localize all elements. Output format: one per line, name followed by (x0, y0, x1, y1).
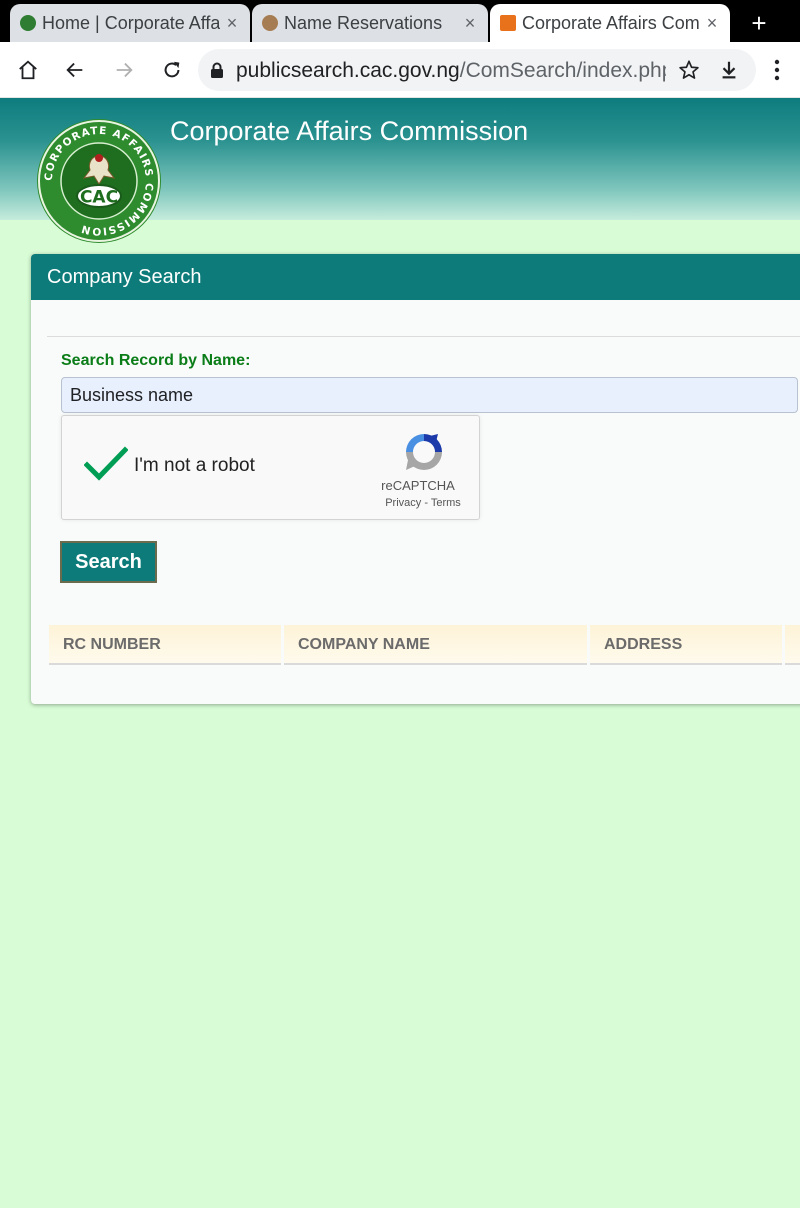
browser-toolbar: publicsearch.cac.gov.ng/ComSearch/index.… (0, 42, 800, 98)
close-icon[interactable]: × (220, 13, 244, 34)
terms-link[interactable]: Terms (431, 497, 461, 509)
search-button[interactable]: Search (60, 541, 157, 583)
more-vert-icon (774, 59, 780, 81)
browser-tab-strip: Home | Corporate Affairs Commission × Na… (0, 0, 800, 42)
site-title: Corporate Affairs Commission (170, 116, 529, 146)
url-domain: publicsearch.cac.gov.ng (236, 59, 460, 82)
url-text: publicsearch.cac.gov.ng/ComSearch/index.… (236, 59, 666, 83)
new-tab-button[interactable]: + (744, 8, 774, 38)
forward-button[interactable] (108, 54, 140, 86)
address-bar[interactable]: publicsearch.cac.gov.ng/ComSearch/index.… (198, 49, 756, 91)
recaptcha-label: I'm not a robot (134, 455, 255, 476)
privacy-link[interactable]: Privacy (385, 497, 421, 509)
recaptcha-logo-icon (406, 434, 442, 470)
back-button[interactable] (59, 54, 91, 86)
tab-home[interactable]: Home | Corporate Affairs Commission × (10, 4, 250, 42)
recaptcha-widget: I'm not a robot reCAPTCHA Privacy - Term… (61, 415, 480, 520)
back-arrow-icon (66, 62, 83, 78)
home-button[interactable] (12, 54, 44, 86)
column-header-address[interactable]: ADDRESS (590, 625, 782, 665)
cac-logo[interactable]: CORPORATE AFFAIRS COMMISSION CAC (36, 118, 162, 244)
recaptcha-brand: reCAPTCHA (381, 478, 455, 493)
cac-logo-icon (20, 15, 36, 31)
coat-of-arms-icon (262, 15, 278, 31)
column-header-company-name[interactable]: COMPANY NAME (284, 625, 587, 665)
panel-title: Company Search (31, 254, 800, 300)
bookmark-star-icon[interactable] (678, 59, 700, 81)
logo-text: CAC (80, 188, 118, 208)
lock-icon (211, 62, 223, 78)
column-header-rc-number[interactable]: RC NUMBER (49, 625, 281, 665)
site-header: CORPORATE AFFAIRS COMMISSION CAC Corpora… (0, 98, 800, 243)
url-path: /ComSearch/index.php (459, 59, 666, 82)
tab-name-reservations[interactable]: Name Reservations × (252, 4, 488, 42)
orange-square-icon (500, 15, 516, 31)
close-icon[interactable]: × (458, 13, 482, 34)
divider (47, 336, 800, 337)
checkmark-icon[interactable] (84, 446, 128, 482)
tab-title: Name Reservations (284, 12, 443, 33)
forward-arrow-icon (116, 62, 133, 78)
business-name-input[interactable] (61, 377, 798, 413)
close-icon[interactable]: × (700, 13, 724, 34)
tab-corporate-affairs[interactable]: Corporate Affairs Commission × (490, 4, 730, 42)
search-label: Search Record by Name: (61, 352, 251, 369)
home-icon (19, 60, 37, 80)
link-separator: - (421, 497, 431, 509)
tab-title: Home | Corporate Affairs Commission (42, 12, 220, 33)
reload-button[interactable] (156, 54, 188, 86)
column-header-extra (785, 625, 800, 665)
recaptcha-links: Privacy - Terms (362, 497, 484, 509)
results-table-header: RC NUMBER COMPANY NAME ADDRESS (49, 625, 800, 665)
browser-menu-button[interactable] (761, 54, 793, 86)
download-icon[interactable] (718, 59, 740, 81)
reload-icon (164, 61, 180, 78)
company-search-panel: Company Search Search Record by Name: I'… (31, 254, 800, 704)
tab-title: Corporate Affairs Commission (522, 12, 700, 33)
